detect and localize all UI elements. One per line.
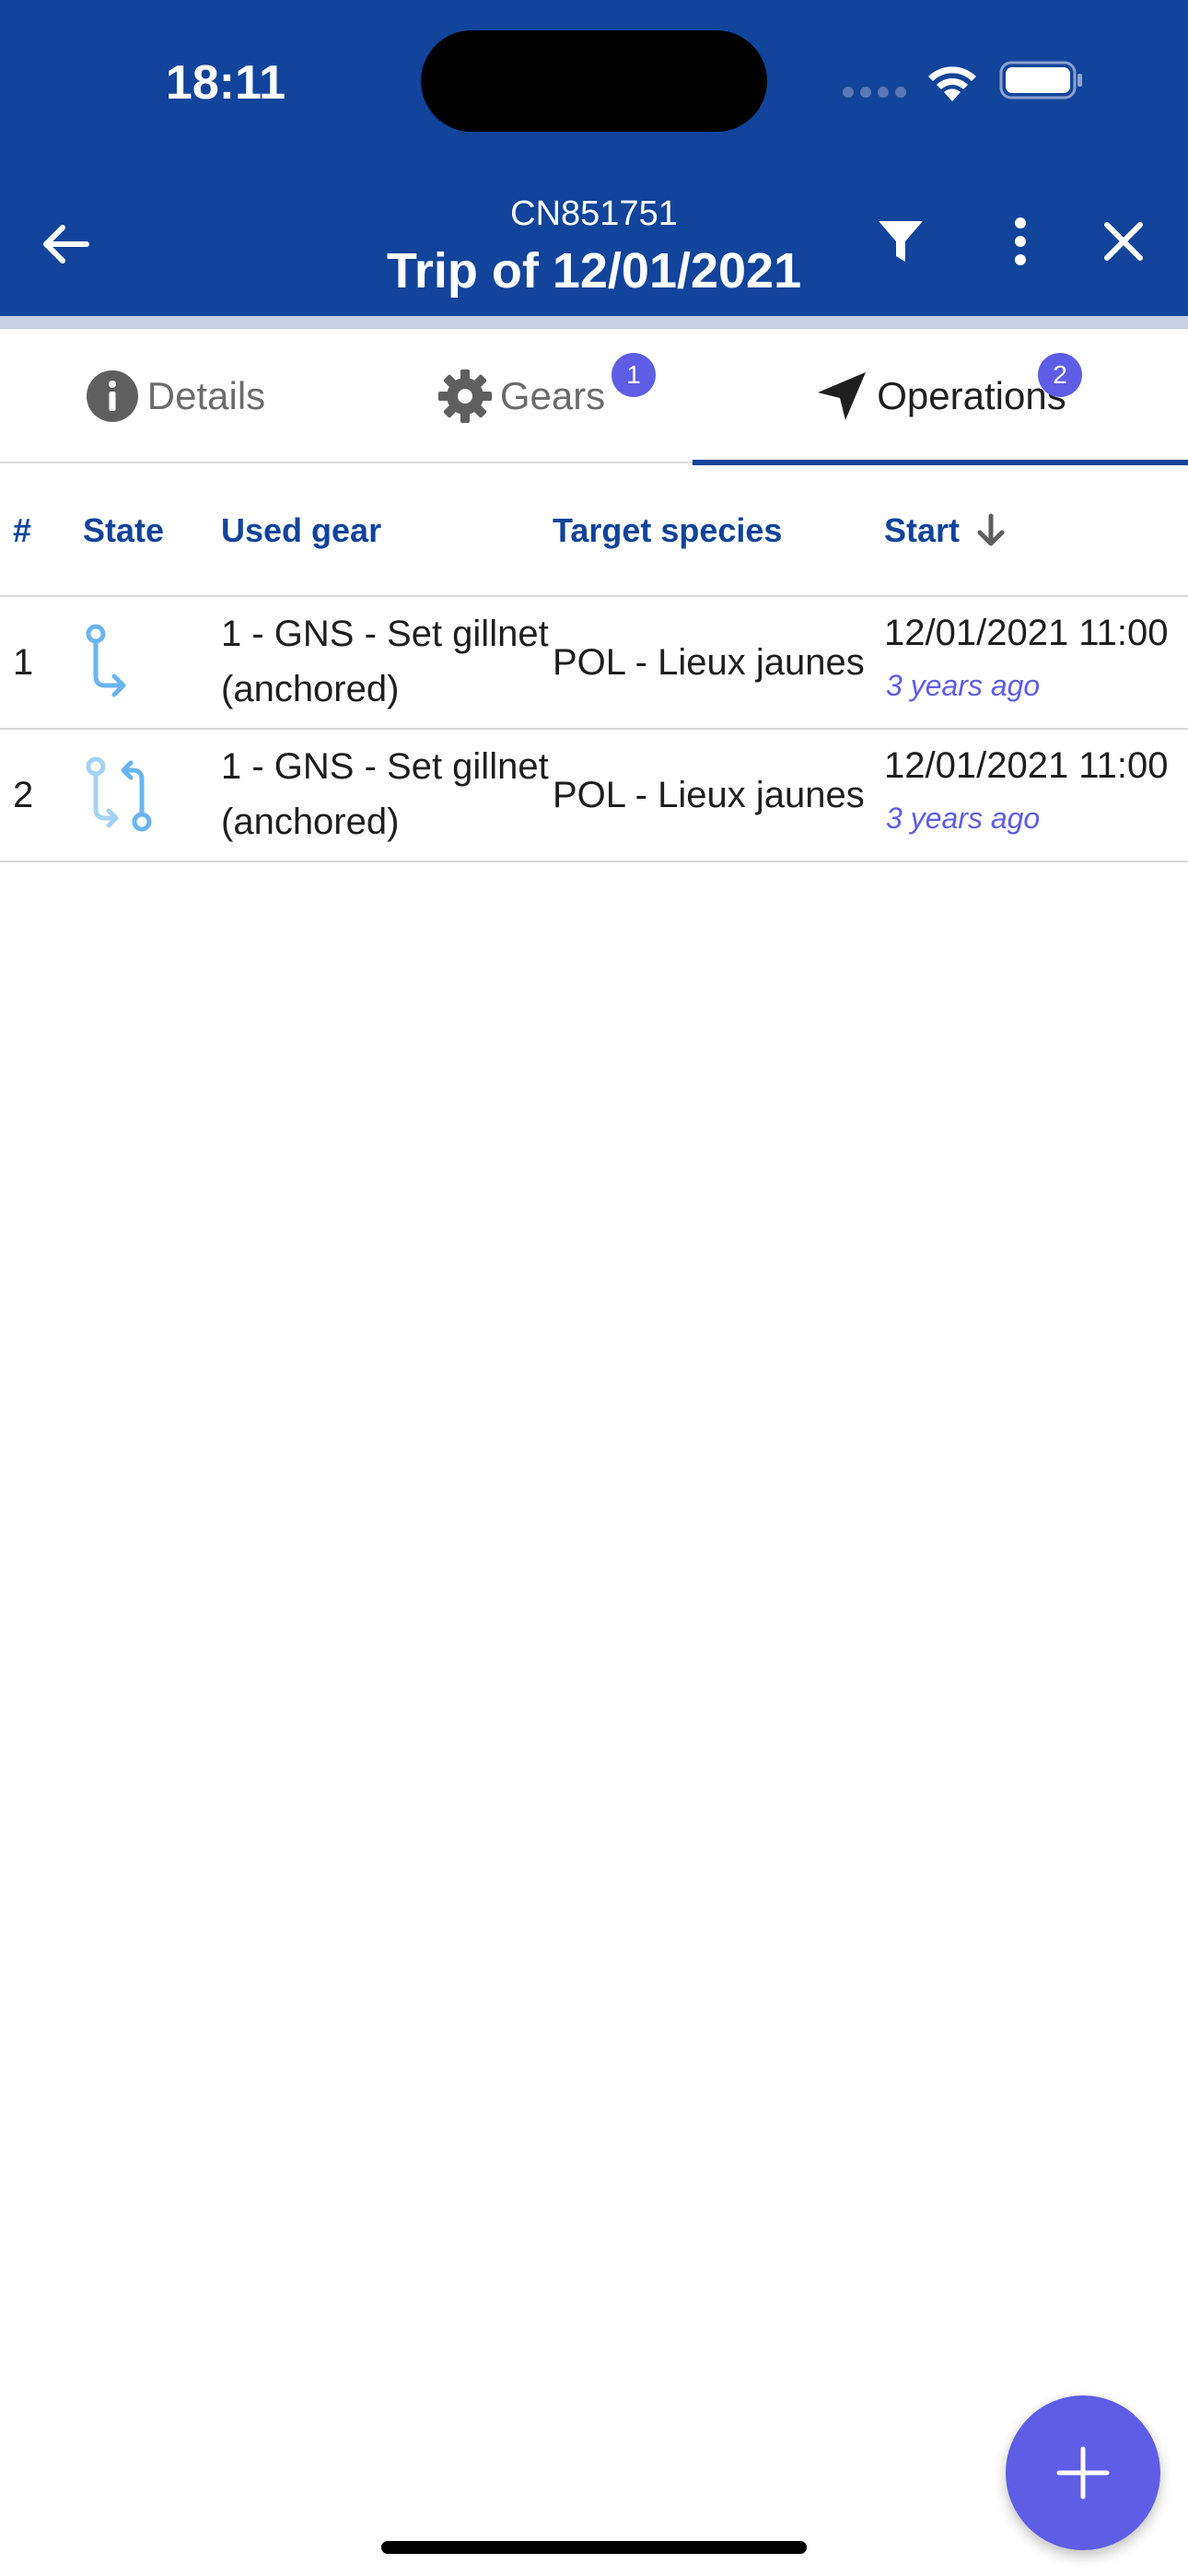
close-button[interactable]: [1087, 205, 1160, 278]
operations-count-badge: 2: [1038, 353, 1082, 397]
header-divider: [0, 316, 1188, 329]
start-relative-time: 3 years ago: [886, 669, 1041, 702]
operation-number: 2: [13, 774, 34, 815]
more-options-button[interactable]: [984, 205, 1057, 278]
tab-details[interactable]: Details: [0, 329, 350, 463]
status-time: 18:11: [165, 56, 286, 110]
start-date: 12/01/2021 11:00: [884, 613, 1169, 653]
dynamic-island: [421, 30, 767, 132]
table-row[interactable]: 2 1 - GNS - Set gillnet (anchored) POL -…: [0, 730, 1188, 862]
target-species: POL - Lieux jaunes: [553, 774, 865, 815]
tab-gears-label: Gears: [499, 374, 606, 417]
column-header-start[interactable]: Start: [884, 463, 1009, 597]
route-icon: [86, 624, 126, 697]
info-icon: [86, 370, 138, 422]
tab-operations[interactable]: Operations: [693, 329, 1188, 465]
add-icon: [1056, 2446, 1110, 2500]
back-button[interactable]: [28, 207, 101, 281]
table-header: # State Used gear Target species Start: [0, 463, 1188, 597]
column-header-used-gear[interactable]: Used gear: [221, 463, 381, 597]
wifi-icon: [928, 66, 976, 101]
arrow-left-icon: [43, 225, 89, 263]
navigation-icon: [818, 372, 867, 420]
gears-count-badge: 1: [611, 353, 656, 397]
home-indicator[interactable]: [381, 2541, 807, 2554]
more-vert-icon: [1015, 217, 1026, 265]
tab-bar: Details Gears 1 Operations 2: [0, 329, 1188, 465]
target-species: POL - Lieux jaunes: [553, 641, 865, 683]
column-header-number[interactable]: #: [13, 463, 31, 597]
column-header-target-species[interactable]: Target species: [553, 463, 782, 597]
battery-icon: [999, 61, 1082, 100]
tab-gears[interactable]: Gears: [350, 329, 693, 463]
gear-icon: [437, 369, 492, 423]
used-gear: 1 - GNS - Set gillnet (anchored): [221, 746, 549, 842]
start-date: 12/01/2021 11:00: [884, 745, 1169, 786]
arrow-down-icon: [977, 513, 1005, 545]
table-row[interactable]: 1 1 - GNS - Set gillnet (anchored) POL -…: [0, 597, 1188, 730]
close-icon: [1104, 222, 1143, 261]
trip-subtitle: CN851751: [510, 194, 678, 233]
add-operation-button[interactable]: [1006, 2395, 1160, 2550]
tab-details-label: Details: [146, 374, 266, 417]
filter-icon: [879, 221, 923, 262]
used-gear: 1 - GNS - Set gillnet (anchored): [221, 614, 549, 709]
cellular-signal-icon: [843, 87, 907, 98]
route-loop-icon: [86, 756, 152, 832]
column-header-start-label: Start: [884, 510, 961, 549]
page-title: Trip of 12/01/2021: [386, 243, 802, 299]
operation-number: 1: [13, 641, 34, 683]
start-relative-time: 3 years ago: [886, 802, 1041, 835]
operations-table: # State Used gear Target species Start 1…: [0, 463, 1188, 862]
column-header-state[interactable]: State: [83, 463, 164, 597]
filter-button[interactable]: [864, 205, 938, 278]
